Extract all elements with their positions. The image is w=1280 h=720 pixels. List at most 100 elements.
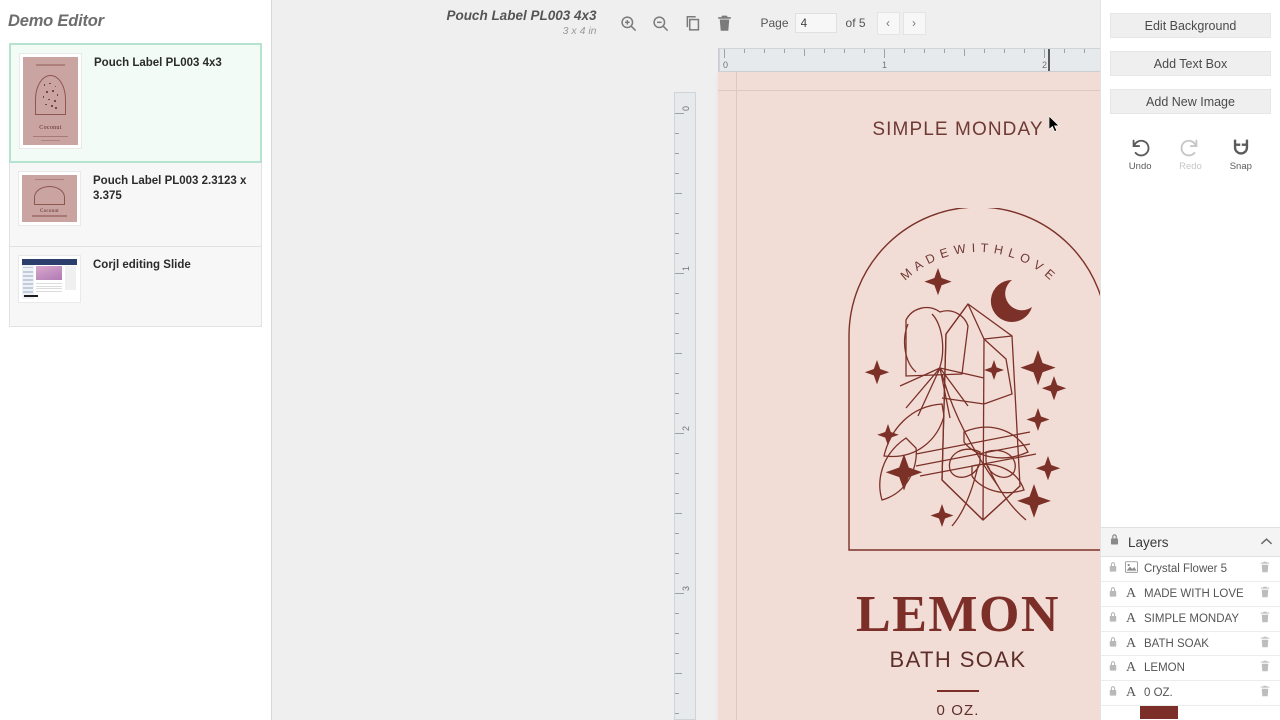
lock-icon[interactable] xyxy=(1108,585,1122,603)
prev-page-button[interactable]: ‹ xyxy=(876,11,900,35)
document-dimensions: 3 x 4 in xyxy=(562,24,597,37)
delete-layer-icon[interactable] xyxy=(1260,684,1274,702)
layer-row[interactable]: A SIMPLE MONDAY xyxy=(1101,606,1280,632)
thumbnail-weight-rule xyxy=(41,140,60,142)
delete-layer-icon[interactable] xyxy=(1260,610,1274,628)
delete-layer-icon[interactable] xyxy=(1260,659,1274,677)
ruler-tick-h-2: 2 xyxy=(1042,60,1048,70)
lock-icon[interactable] xyxy=(1108,684,1122,702)
editor-app: Demo Editor Coconut Pouch Label PL003 4x… xyxy=(0,0,1280,720)
undo-tool[interactable]: Undo xyxy=(1118,136,1162,172)
layer-row[interactable]: Crystal Flower 5 xyxy=(1101,557,1280,583)
next-page-button[interactable]: › xyxy=(902,11,926,35)
text-layer-icon: A xyxy=(1125,585,1137,601)
artboard-wrapper: SIMPLE MONDAY M A D E W I T H L O V E LE… xyxy=(700,48,1100,720)
lock-icon[interactable] xyxy=(1108,635,1122,653)
delete-layer-icon[interactable] xyxy=(1260,585,1274,603)
snap-label: Snap xyxy=(1229,161,1252,172)
page-label: Page xyxy=(760,16,789,30)
layer-name: 0 OZ. xyxy=(1144,687,1173,700)
snap-tool[interactable]: Snap xyxy=(1219,136,1263,172)
ruler-tick-h-0: 0 xyxy=(723,60,729,70)
bleed-guide-top xyxy=(718,90,1100,91)
artboard[interactable]: SIMPLE MONDAY M A D E W I T H L O V E LE… xyxy=(718,72,1100,720)
page-thumbnail-1: Coconut xyxy=(19,53,82,149)
lock-icon[interactable] xyxy=(1108,560,1122,578)
redo-icon xyxy=(1168,136,1212,158)
page-thumbnail-3 xyxy=(18,255,81,303)
canvas-area: Pouch Label PL003 4x3 3 x 4 in Page 4 of… xyxy=(272,0,1100,720)
image-layer-crystal-flower[interactable]: M A D E W I T H L O V E xyxy=(846,206,1100,553)
thumbnail-subtitle-rule xyxy=(32,135,69,138)
redo-tool[interactable]: Redo xyxy=(1168,136,1212,172)
zoom-in-icon[interactable] xyxy=(613,7,645,39)
page-list-item-label: Pouch Label PL003 2.3123 x 3.375 xyxy=(93,175,247,203)
lock-icon[interactable] xyxy=(1108,610,1122,628)
color-swatch xyxy=(1140,706,1178,719)
delete-layer-icon[interactable] xyxy=(1260,635,1274,653)
pages-sidebar: Demo Editor Coconut Pouch Label PL003 4x… xyxy=(0,0,272,720)
page-list-item-label: Pouch Label PL003 4x3 xyxy=(94,57,222,69)
add-text-box-button[interactable]: Add Text Box xyxy=(1110,51,1271,76)
page-list-item-label: Corjl editing Slide xyxy=(93,259,191,271)
page-thumbnail-list: Coconut Pouch Label PL003 4x3 Coconut Po… xyxy=(0,43,271,327)
ruler-tick-v-3: 3 xyxy=(681,585,691,591)
ruler-position-indicator xyxy=(1048,49,1050,71)
horizontal-ruler[interactable]: 0 1 2 xyxy=(719,48,1100,72)
undo-icon xyxy=(1118,136,1162,158)
undo-label: Undo xyxy=(1128,161,1152,172)
decorative-divider xyxy=(937,690,979,692)
text-layer-icon: A xyxy=(1125,635,1137,651)
page-list-item-3[interactable]: Corjl editing Slide xyxy=(9,247,262,327)
layer-row[interactable] xyxy=(1101,706,1280,720)
layer-name: LEMON xyxy=(1144,662,1185,675)
lock-icon[interactable] xyxy=(1108,659,1122,677)
mock-right-panel xyxy=(64,266,76,291)
text-layer-icon: A xyxy=(1125,685,1137,701)
thumbnail-subtitle-rule xyxy=(31,215,68,217)
page-number-input[interactable] xyxy=(794,13,837,33)
chevron-up-icon[interactable] xyxy=(1260,535,1273,549)
page-list-item-1[interactable]: Coconut Pouch Label PL003 4x3 xyxy=(9,43,262,163)
layer-row[interactable]: A 0 OZ. xyxy=(1101,681,1280,706)
page-list-item-2[interactable]: Coconut Pouch Label PL003 2.3123 x 3.375 xyxy=(9,163,262,247)
ruler-tick-h-1: 1 xyxy=(882,60,888,70)
layer-row[interactable]: A MADE WITH LOVE xyxy=(1101,582,1280,607)
thumbnail-top-rule xyxy=(35,178,64,181)
duplicate-icon[interactable] xyxy=(677,7,709,39)
magnet-icon xyxy=(1219,136,1263,158)
mock-canvas xyxy=(35,266,63,280)
text-layer-icon: A xyxy=(1125,610,1137,626)
layers-title: Layers xyxy=(1128,534,1169,550)
page-navigator: Page of 5 ‹ › xyxy=(760,11,926,35)
text-layer-lemon[interactable]: LEMON xyxy=(718,589,1100,641)
document-meta: Pouch Label PL003 4x3 3 x 4 in xyxy=(446,8,596,37)
layers-header[interactable]: Layers xyxy=(1101,527,1280,558)
page-total-label: of 5 xyxy=(845,16,866,30)
layer-name: Crystal Flower 5 xyxy=(1144,563,1228,576)
add-new-image-button[interactable]: Add New Image xyxy=(1110,89,1271,114)
app-title: Demo Editor xyxy=(8,12,104,30)
thumbnail-artwork: Coconut xyxy=(23,57,78,145)
text-layer-icon: A xyxy=(1125,660,1137,676)
artboard-guide-left-ext xyxy=(718,48,719,72)
layer-name: BATH SOAK xyxy=(1144,637,1209,650)
trash-icon[interactable] xyxy=(709,7,741,39)
text-layer-weight[interactable]: 0 OZ. xyxy=(718,702,1100,719)
ruler-tick-v-0: 0 xyxy=(681,105,691,111)
lock-icon xyxy=(1109,533,1120,551)
layer-name: MADE WITH LOVE xyxy=(1144,587,1244,600)
vertical-ruler[interactable]: 0 1 2 3 xyxy=(674,92,696,720)
layer-row[interactable]: A BATH SOAK xyxy=(1101,631,1280,657)
text-layer-bath-soak[interactable]: BATH SOAK xyxy=(718,647,1100,673)
redo-label: Redo xyxy=(1179,161,1202,172)
edit-background-button[interactable]: Edit Background xyxy=(1110,13,1271,38)
zoom-out-icon[interactable] xyxy=(645,7,677,39)
text-layer-simple-monday[interactable]: SIMPLE MONDAY xyxy=(718,119,1100,141)
delete-layer-icon[interactable] xyxy=(1260,560,1274,578)
svg-text:M A D E W I T H L O V E: M A D E W I T H L O V E xyxy=(898,241,1058,283)
thumbnail-artwork: Coconut xyxy=(22,175,77,222)
layer-row[interactable]: A LEMON xyxy=(1101,656,1280,682)
thumbnail-screenshot xyxy=(22,259,77,299)
thumbnail-detail-dots xyxy=(40,82,62,110)
